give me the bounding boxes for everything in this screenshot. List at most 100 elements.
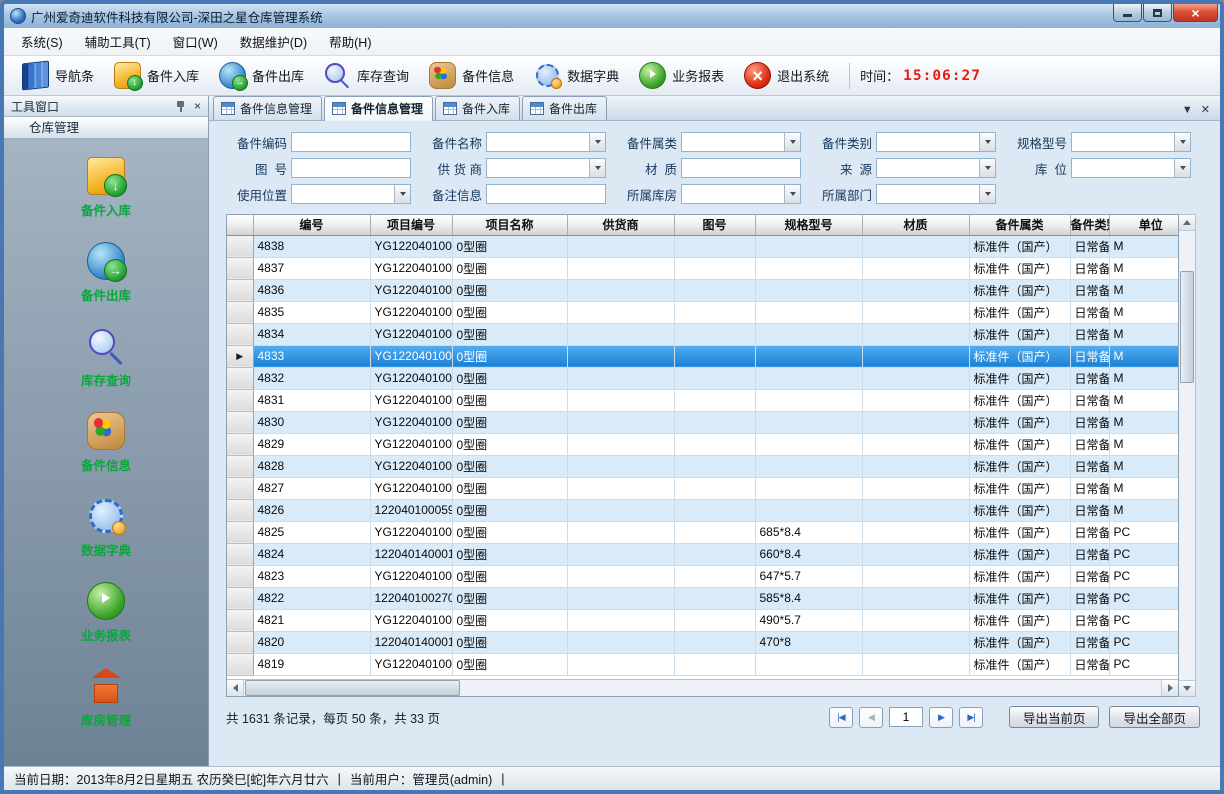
scroll-right-icon[interactable] bbox=[1161, 680, 1178, 696]
vertical-scroll-thumb[interactable] bbox=[1180, 271, 1194, 383]
table-row[interactable]: 4836YG122040100910型圈标准件（国产）日常备件M bbox=[227, 279, 1179, 301]
table-row[interactable]: 4831YG122040100860型圈标准件（国产）日常备件M bbox=[227, 389, 1179, 411]
table-row[interactable]: 4832YG122040100870型圈标准件（国产）日常备件M bbox=[227, 367, 1179, 389]
tab[interactable]: 备件信息管理 bbox=[213, 96, 322, 120]
sidebar-item[interactable]: 备件信息 bbox=[81, 412, 131, 474]
sidebar-item[interactable]: 库存查询 bbox=[81, 327, 131, 389]
table-row[interactable]: 4835YG122040100900型圈标准件（国产）日常备件M bbox=[227, 301, 1179, 323]
field-control[interactable] bbox=[1071, 132, 1191, 152]
column-header[interactable]: 单位 bbox=[1109, 215, 1179, 235]
chevron-down-icon[interactable] bbox=[589, 133, 605, 151]
column-header[interactable]: 编号 bbox=[253, 215, 370, 235]
export-all-pages-button[interactable]: 导出全部页 bbox=[1109, 706, 1200, 728]
menu-item[interactable]: 辅助工具(T) bbox=[74, 28, 162, 55]
field-control[interactable] bbox=[876, 158, 996, 178]
scroll-up-icon[interactable] bbox=[1179, 215, 1195, 231]
table-row[interactable]: 4838YG122040100930型圈标准件（国产）日常备件M bbox=[227, 235, 1179, 257]
toolbar-button[interactable]: 备件出库 bbox=[209, 59, 314, 93]
close-button[interactable]: × bbox=[1173, 4, 1218, 22]
table-row[interactable]: 4823YG122040100800型圈647*5.7标准件（国产）日常备件PC bbox=[227, 565, 1179, 587]
column-header[interactable]: 备件类别 bbox=[1070, 215, 1109, 235]
export-current-page-button[interactable]: 导出当前页 bbox=[1009, 706, 1100, 728]
first-page-button[interactable]: |◀ bbox=[829, 707, 853, 728]
chevron-down-icon[interactable] bbox=[784, 185, 800, 203]
chevron-down-icon[interactable] bbox=[1174, 159, 1190, 177]
table-row[interactable]: 482412204014000120型圈660*8.4标准件（国产）日常备件PC bbox=[227, 543, 1179, 565]
field-control[interactable] bbox=[291, 132, 411, 152]
toolbar-button[interactable]: 备件信息 bbox=[419, 59, 524, 93]
field-control[interactable] bbox=[486, 184, 606, 204]
field-control[interactable] bbox=[681, 184, 801, 204]
table-row[interactable]: 4819YG122040100780型圈标准件（国产）日常备件PC bbox=[227, 653, 1179, 675]
toolbar-button[interactable]: 备件入库 bbox=[104, 59, 209, 93]
scroll-down-icon[interactable] bbox=[1179, 680, 1195, 696]
toolbar-button[interactable]: 库存查询 bbox=[314, 59, 419, 93]
sidebar-item[interactable]: 数据字典 bbox=[81, 497, 131, 559]
chevron-down-icon[interactable] bbox=[394, 185, 410, 203]
vertical-scrollbar[interactable] bbox=[1179, 214, 1196, 697]
sidebar-group-header[interactable]: 仓库管理 bbox=[4, 117, 208, 139]
sidebar-item[interactable]: 备件出库 bbox=[81, 242, 131, 304]
toolbar-button[interactable]: 退出系统 bbox=[734, 59, 839, 93]
sidebar-item[interactable]: 业务报表 bbox=[81, 582, 131, 644]
tool-window-close-icon[interactable]: × bbox=[194, 100, 201, 112]
table-row[interactable]: 4828YG122040100830型圈标准件（国产）日常备件M bbox=[227, 455, 1179, 477]
field-control[interactable] bbox=[681, 132, 801, 152]
column-header[interactable]: 材质 bbox=[862, 215, 969, 235]
prev-page-button[interactable]: ◀ bbox=[859, 707, 883, 728]
field-control[interactable] bbox=[876, 132, 996, 152]
column-header[interactable]: 图号 bbox=[674, 215, 755, 235]
table-row[interactable]: 4827YG122040100820型圈标准件（国产）日常备件M bbox=[227, 477, 1179, 499]
toolbar-button[interactable]: 导航条 bbox=[12, 59, 104, 93]
menu-item[interactable]: 帮助(H) bbox=[318, 28, 382, 55]
chevron-down-icon[interactable] bbox=[979, 185, 995, 203]
table-row[interactable]: ▶4833YG122040100880型圈标准件（国产）日常备件M bbox=[227, 345, 1179, 367]
chevron-down-icon[interactable] bbox=[1174, 133, 1190, 151]
menu-item[interactable]: 数据维护(D) bbox=[229, 28, 318, 55]
table-row[interactable]: 4830YG122040100850型圈标准件（国产）日常备件M bbox=[227, 411, 1179, 433]
maximize-button[interactable] bbox=[1143, 4, 1172, 22]
table-row[interactable]: 4829YG122040100840型圈标准件（国产）日常备件M bbox=[227, 433, 1179, 455]
pin-icon[interactable] bbox=[175, 100, 186, 113]
tab[interactable]: 备件入库 bbox=[435, 96, 520, 120]
tab[interactable]: 备件出库 bbox=[522, 96, 607, 120]
chevron-down-icon[interactable] bbox=[784, 133, 800, 151]
toolbar-button[interactable]: 数据字典 bbox=[524, 59, 629, 93]
column-header[interactable]: 项目编号 bbox=[370, 215, 452, 235]
table-row[interactable]: 482212204010027000型圈585*8.4标准件（国产）日常备件PC bbox=[227, 587, 1179, 609]
field-control[interactable] bbox=[291, 158, 411, 178]
toolbar-button[interactable]: 业务报表 bbox=[629, 59, 734, 93]
tab[interactable]: 备件信息管理 bbox=[324, 96, 433, 121]
sidebar-item[interactable]: 库房管理 bbox=[81, 667, 131, 729]
sidebar-item[interactable]: 备件入库 bbox=[81, 157, 131, 219]
field-control[interactable] bbox=[1071, 158, 1191, 178]
table-row[interactable]: 482012204014000130型圈470*8标准件（国产）日常备件PC bbox=[227, 631, 1179, 653]
field-control[interactable] bbox=[291, 184, 411, 204]
chevron-down-icon[interactable] bbox=[589, 159, 605, 177]
chevron-down-icon[interactable] bbox=[979, 133, 995, 151]
column-header[interactable]: 备件属类 bbox=[969, 215, 1070, 235]
field-control[interactable] bbox=[876, 184, 996, 204]
table-row[interactable]: 4821YG122040100790型圈490*5.7标准件（国产）日常备件PC bbox=[227, 609, 1179, 631]
page-number-input[interactable] bbox=[889, 707, 923, 727]
horizontal-scrollbar[interactable] bbox=[227, 679, 1178, 696]
table-row[interactable]: 4825YG122040100810型圈685*8.4标准件（国产）日常备件PC bbox=[227, 521, 1179, 543]
chevron-down-icon[interactable] bbox=[979, 159, 995, 177]
field-control[interactable] bbox=[486, 132, 606, 152]
column-header[interactable]: 规格型号 bbox=[755, 215, 862, 235]
tab-close-icon[interactable]: ✕ bbox=[1201, 105, 1210, 116]
next-page-button[interactable]: ▶ bbox=[929, 707, 953, 728]
column-header[interactable]: 供货商 bbox=[567, 215, 674, 235]
tab-list-dropdown-icon[interactable]: ▼ bbox=[1182, 105, 1193, 116]
last-page-button[interactable]: ▶| bbox=[959, 707, 983, 728]
column-header[interactable]: 项目名称 bbox=[452, 215, 567, 235]
field-control[interactable] bbox=[486, 158, 606, 178]
scroll-left-icon[interactable] bbox=[227, 680, 244, 696]
field-control[interactable] bbox=[681, 158, 801, 178]
menu-item[interactable]: 系统(S) bbox=[10, 28, 74, 55]
horizontal-scroll-thumb[interactable] bbox=[245, 680, 460, 696]
table-row[interactable]: 4837YG122040100920型圈标准件（国产）日常备件M bbox=[227, 257, 1179, 279]
table-row[interactable]: 4834YG122040100890型圈标准件（国产）日常备件M bbox=[227, 323, 1179, 345]
menu-item[interactable]: 窗口(W) bbox=[162, 28, 229, 55]
minimize-button[interactable] bbox=[1113, 4, 1142, 22]
